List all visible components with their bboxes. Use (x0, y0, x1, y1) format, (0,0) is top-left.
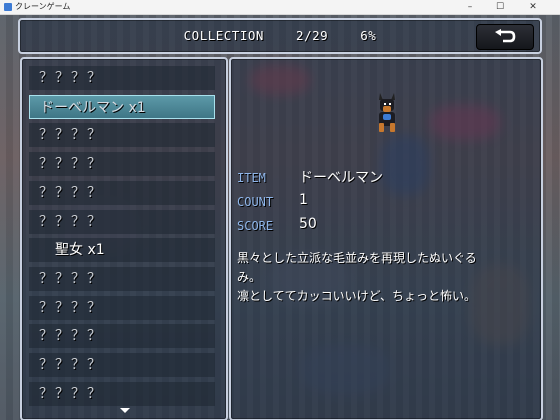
list-item[interactable]: ？？？？ (29, 381, 215, 406)
description-line: 黒々とした立派な毛並みを再現したぬいぐる (237, 251, 477, 265)
count-label: COUNT (237, 195, 274, 209)
description-line: み。 (237, 270, 262, 284)
list-item[interactable]: ？？？？ (29, 295, 215, 320)
collection-header: COLLECTION 2/29 6% (18, 18, 542, 54)
list-item[interactable]: ？？？？ (29, 209, 215, 234)
app-icon (4, 3, 12, 11)
game-screen: COLLECTION 2/29 6% ？？？？ ドーベルマン x1？？？？？？？？… (0, 15, 560, 420)
item-detail: ITEM ドーベルマン COUNT 1 SCORE 50 黒々とした立派な毛並み… (229, 57, 543, 420)
window-title: クレーンゲーム (15, 2, 71, 11)
list-item[interactable]: ？？？？ (29, 324, 215, 349)
collection-label: COLLECTION (183, 28, 264, 43)
list-item[interactable]: ？？？？ (29, 123, 215, 148)
collection-progress: 2/29 (296, 28, 329, 43)
close-button[interactable]: ✕ (520, 0, 546, 14)
list-item[interactable]: 聖女 x1 (29, 238, 215, 263)
description-line: 凛としててカッコいいけど、ちょっと怖い。 (237, 289, 477, 303)
window-titlebar: クレーンゲーム – ☐ ✕ (0, 0, 560, 15)
item-value: ドーベルマン (299, 170, 383, 186)
scroll-down-icon[interactable] (120, 408, 130, 413)
back-button[interactable] (476, 24, 534, 50)
minimize-button[interactable]: – (457, 0, 483, 14)
list-item[interactable]: ？？？？ (29, 353, 215, 377)
item-label: ITEM (237, 171, 266, 185)
list-item[interactable]: ？？？？ (29, 66, 215, 90)
collection-percent: 6% (360, 28, 377, 43)
item-list: ？？？？ ドーベルマン x1 ？？？？ ？？？？ ？？？？ ？？？？ 聖女 x1 ？？？？ ？？… (20, 57, 228, 420)
maximize-button[interactable]: ☐ (487, 0, 513, 14)
collection-status: COLLECTION 2/29 6% (20, 20, 540, 52)
return-arrow-icon (495, 29, 516, 43)
item-description: 黒々とした立派な毛並みを再現したぬいぐる み。 凛としててカッコいいけど、ちょっ… (237, 249, 533, 306)
score-value: 50 (299, 216, 317, 232)
count-value: 1 (299, 192, 308, 208)
score-label: SCORE (237, 219, 274, 233)
doberman-sprite (379, 93, 395, 132)
list-item[interactable]: ？？？？ (29, 180, 215, 205)
list-item[interactable]: ドーベルマン x1 (29, 94, 215, 119)
list-item[interactable]: ？？？？ (29, 152, 215, 177)
list-item[interactable]: ？？？？ (29, 266, 215, 291)
